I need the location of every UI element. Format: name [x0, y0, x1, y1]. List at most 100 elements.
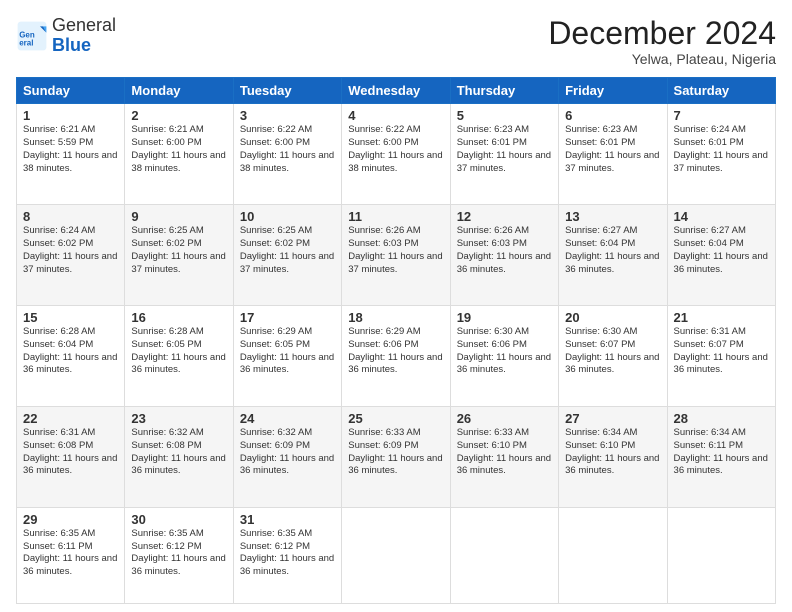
- day-number: 13: [565, 209, 660, 224]
- day-info: Sunrise: 6:28 AMSunset: 6:04 PMDaylight:…: [23, 326, 117, 375]
- page-container: Gen eral General Blue December 2024 Yelw…: [0, 0, 792, 612]
- day-info: Sunrise: 6:24 AMSunset: 6:01 PMDaylight:…: [674, 124, 768, 173]
- day-info: Sunrise: 6:23 AMSunset: 6:01 PMDaylight:…: [457, 124, 551, 173]
- day-number: 23: [131, 411, 226, 426]
- day-info: Sunrise: 6:34 AMSunset: 6:11 PMDaylight:…: [674, 427, 768, 476]
- table-row: 9 Sunrise: 6:25 AMSunset: 6:02 PMDayligh…: [125, 205, 233, 306]
- day-number: 1: [23, 108, 118, 123]
- day-info: Sunrise: 6:31 AMSunset: 6:07 PMDaylight:…: [674, 326, 768, 375]
- day-info: Sunrise: 6:22 AMSunset: 6:00 PMDaylight:…: [240, 124, 334, 173]
- day-number: 10: [240, 209, 335, 224]
- day-number: 21: [674, 310, 769, 325]
- table-row: 27 Sunrise: 6:34 AMSunset: 6:10 PMDaylig…: [559, 406, 667, 507]
- day-number: 7: [674, 108, 769, 123]
- col-sunday: Sunday: [17, 78, 125, 104]
- location: Yelwa, Plateau, Nigeria: [548, 51, 776, 67]
- table-row: 11 Sunrise: 6:26 AMSunset: 6:03 PMDaylig…: [342, 205, 450, 306]
- day-number: 26: [457, 411, 552, 426]
- col-monday: Monday: [125, 78, 233, 104]
- calendar-table: Sunday Monday Tuesday Wednesday Thursday…: [16, 77, 776, 604]
- table-row: 20 Sunrise: 6:30 AMSunset: 6:07 PMDaylig…: [559, 306, 667, 407]
- day-number: 14: [674, 209, 769, 224]
- table-row: 28 Sunrise: 6:34 AMSunset: 6:11 PMDaylig…: [667, 406, 775, 507]
- table-row: 7 Sunrise: 6:24 AMSunset: 6:01 PMDayligh…: [667, 104, 775, 205]
- col-wednesday: Wednesday: [342, 78, 450, 104]
- table-row: 16 Sunrise: 6:28 AMSunset: 6:05 PMDaylig…: [125, 306, 233, 407]
- table-row: 29 Sunrise: 6:35 AMSunset: 6:11 PMDaylig…: [17, 507, 125, 603]
- table-row: 23 Sunrise: 6:32 AMSunset: 6:08 PMDaylig…: [125, 406, 233, 507]
- day-info: Sunrise: 6:25 AMSunset: 6:02 PMDaylight:…: [240, 225, 334, 274]
- day-info: Sunrise: 6:34 AMSunset: 6:10 PMDaylight:…: [565, 427, 659, 476]
- day-info: Sunrise: 6:21 AMSunset: 5:59 PMDaylight:…: [23, 124, 117, 173]
- day-number: 11: [348, 209, 443, 224]
- day-info: Sunrise: 6:21 AMSunset: 6:00 PMDaylight:…: [131, 124, 225, 173]
- day-info: Sunrise: 6:22 AMSunset: 6:00 PMDaylight:…: [348, 124, 442, 173]
- table-row: [342, 507, 450, 603]
- day-info: Sunrise: 6:25 AMSunset: 6:02 PMDaylight:…: [131, 225, 225, 274]
- page-header: Gen eral General Blue December 2024 Yelw…: [16, 16, 776, 67]
- table-row: 22 Sunrise: 6:31 AMSunset: 6:08 PMDaylig…: [17, 406, 125, 507]
- table-row: 4 Sunrise: 6:22 AMSunset: 6:00 PMDayligh…: [342, 104, 450, 205]
- table-row: 26 Sunrise: 6:33 AMSunset: 6:10 PMDaylig…: [450, 406, 558, 507]
- calendar-header-row: Sunday Monday Tuesday Wednesday Thursday…: [17, 78, 776, 104]
- day-info: Sunrise: 6:33 AMSunset: 6:09 PMDaylight:…: [348, 427, 442, 476]
- logo: Gen eral General Blue: [16, 16, 116, 56]
- table-row: 13 Sunrise: 6:27 AMSunset: 6:04 PMDaylig…: [559, 205, 667, 306]
- day-number: 15: [23, 310, 118, 325]
- col-friday: Friday: [559, 78, 667, 104]
- table-row: 2 Sunrise: 6:21 AMSunset: 6:00 PMDayligh…: [125, 104, 233, 205]
- day-number: 4: [348, 108, 443, 123]
- day-info: Sunrise: 6:29 AMSunset: 6:06 PMDaylight:…: [348, 326, 442, 375]
- day-number: 2: [131, 108, 226, 123]
- day-number: 19: [457, 310, 552, 325]
- day-number: 18: [348, 310, 443, 325]
- table-row: 14 Sunrise: 6:27 AMSunset: 6:04 PMDaylig…: [667, 205, 775, 306]
- day-number: 8: [23, 209, 118, 224]
- day-number: 3: [240, 108, 335, 123]
- table-row: 12 Sunrise: 6:26 AMSunset: 6:03 PMDaylig…: [450, 205, 558, 306]
- logo-general: General: [52, 16, 116, 36]
- table-row: 25 Sunrise: 6:33 AMSunset: 6:09 PMDaylig…: [342, 406, 450, 507]
- month-title: December 2024: [548, 16, 776, 51]
- day-number: 20: [565, 310, 660, 325]
- day-number: 28: [674, 411, 769, 426]
- day-info: Sunrise: 6:33 AMSunset: 6:10 PMDaylight:…: [457, 427, 551, 476]
- table-row: 30 Sunrise: 6:35 AMSunset: 6:12 PMDaylig…: [125, 507, 233, 603]
- day-number: 30: [131, 512, 226, 527]
- day-number: 16: [131, 310, 226, 325]
- day-number: 31: [240, 512, 335, 527]
- day-info: Sunrise: 6:35 AMSunset: 6:11 PMDaylight:…: [23, 528, 117, 577]
- table-row: 19 Sunrise: 6:30 AMSunset: 6:06 PMDaylig…: [450, 306, 558, 407]
- day-number: 6: [565, 108, 660, 123]
- day-info: Sunrise: 6:28 AMSunset: 6:05 PMDaylight:…: [131, 326, 225, 375]
- day-number: 22: [23, 411, 118, 426]
- day-number: 17: [240, 310, 335, 325]
- table-row: 24 Sunrise: 6:32 AMSunset: 6:09 PMDaylig…: [233, 406, 341, 507]
- day-info: Sunrise: 6:32 AMSunset: 6:08 PMDaylight:…: [131, 427, 225, 476]
- logo-blue: Blue: [52, 36, 116, 56]
- table-row: 17 Sunrise: 6:29 AMSunset: 6:05 PMDaylig…: [233, 306, 341, 407]
- table-row: 3 Sunrise: 6:22 AMSunset: 6:00 PMDayligh…: [233, 104, 341, 205]
- day-info: Sunrise: 6:26 AMSunset: 6:03 PMDaylight:…: [348, 225, 442, 274]
- title-block: December 2024 Yelwa, Plateau, Nigeria: [548, 16, 776, 67]
- logo-text: General Blue: [52, 16, 116, 56]
- day-info: Sunrise: 6:32 AMSunset: 6:09 PMDaylight:…: [240, 427, 334, 476]
- day-info: Sunrise: 6:24 AMSunset: 6:02 PMDaylight:…: [23, 225, 117, 274]
- table-row: 18 Sunrise: 6:29 AMSunset: 6:06 PMDaylig…: [342, 306, 450, 407]
- table-row: 5 Sunrise: 6:23 AMSunset: 6:01 PMDayligh…: [450, 104, 558, 205]
- logo-icon: Gen eral: [16, 20, 48, 52]
- table-row: 15 Sunrise: 6:28 AMSunset: 6:04 PMDaylig…: [17, 306, 125, 407]
- table-row: [559, 507, 667, 603]
- day-info: Sunrise: 6:26 AMSunset: 6:03 PMDaylight:…: [457, 225, 551, 274]
- table-row: 8 Sunrise: 6:24 AMSunset: 6:02 PMDayligh…: [17, 205, 125, 306]
- table-row: 1 Sunrise: 6:21 AMSunset: 5:59 PMDayligh…: [17, 104, 125, 205]
- table-row: 31 Sunrise: 6:35 AMSunset: 6:12 PMDaylig…: [233, 507, 341, 603]
- day-info: Sunrise: 6:27 AMSunset: 6:04 PMDaylight:…: [565, 225, 659, 274]
- svg-text:eral: eral: [19, 38, 33, 47]
- day-info: Sunrise: 6:35 AMSunset: 6:12 PMDaylight:…: [131, 528, 225, 577]
- day-info: Sunrise: 6:31 AMSunset: 6:08 PMDaylight:…: [23, 427, 117, 476]
- col-tuesday: Tuesday: [233, 78, 341, 104]
- day-number: 9: [131, 209, 226, 224]
- day-info: Sunrise: 6:30 AMSunset: 6:07 PMDaylight:…: [565, 326, 659, 375]
- day-number: 24: [240, 411, 335, 426]
